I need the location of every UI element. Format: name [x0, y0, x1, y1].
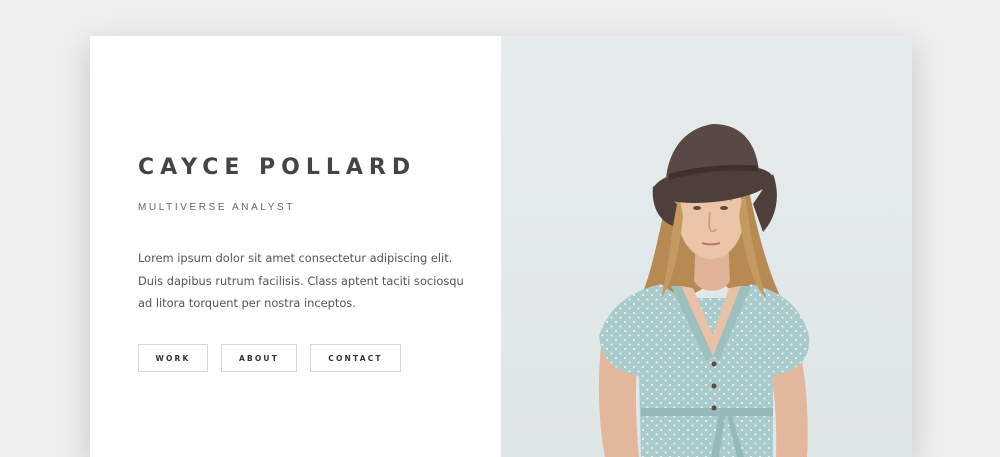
portrait-photo [501, 36, 912, 457]
profile-bio: Lorem ipsum dolor sit amet consectetur a… [138, 251, 464, 310]
work-button[interactable]: WORK [138, 344, 208, 372]
contact-button[interactable]: CONTACT [310, 344, 401, 372]
about-button[interactable]: ABOUT [221, 344, 297, 372]
profile-info-panel: CAYCE POLLARD MULTIVERSE ANALYST Lorem i… [90, 36, 501, 457]
profile-title: MULTIVERSE ANALYST [138, 202, 296, 213]
profile-name: CAYCE POLLARD [138, 155, 417, 180]
profile-card: CAYCE POLLARD MULTIVERSE ANALYST Lorem i… [90, 36, 912, 457]
nav-buttons: WORK ABOUT CONTACT [138, 344, 401, 372]
photo-panel [501, 36, 912, 457]
